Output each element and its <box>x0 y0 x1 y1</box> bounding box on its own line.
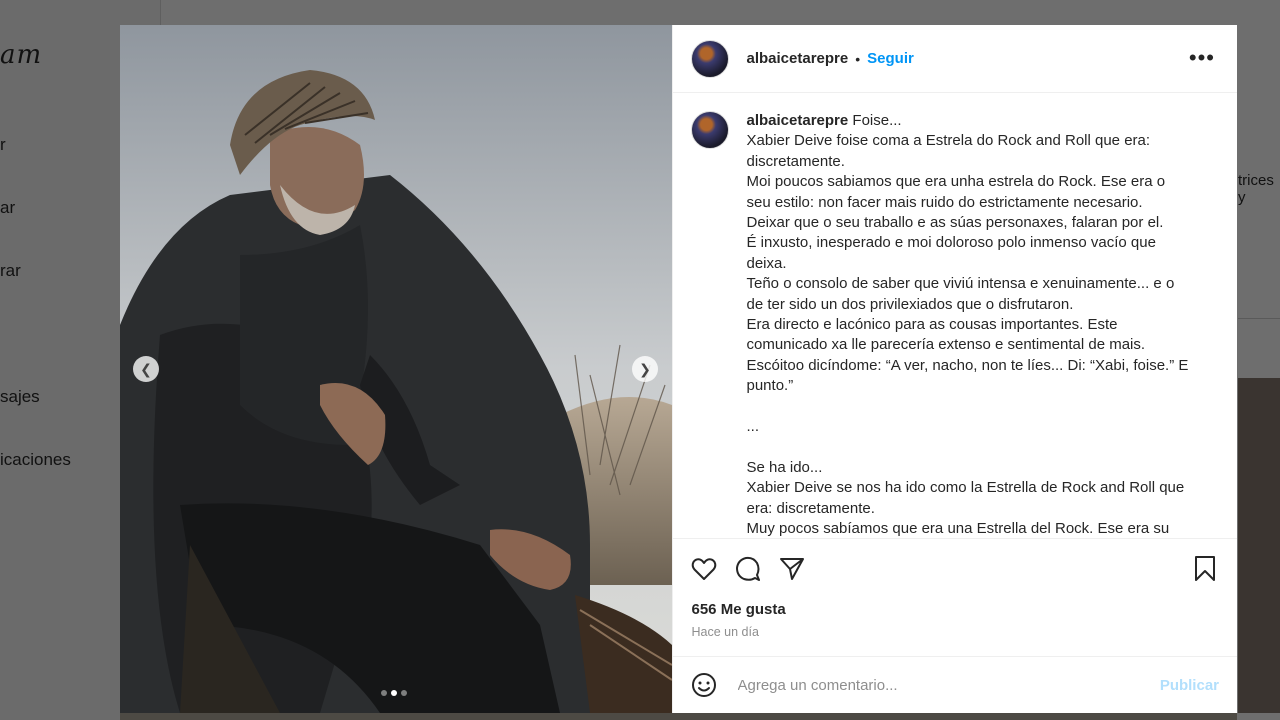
caption-line: deixa. <box>746 254 787 272</box>
caption-line: Xabier Deive foise coma a Estrela do Roc… <box>746 132 1151 150</box>
caption-line: de ter sido un dos privilexiados que o d… <box>746 295 1074 313</box>
caption-username[interactable]: albaicetarepre <box>747 112 849 129</box>
caption-line: Moi poucos sabiamos que era unha estrela… <box>746 173 1166 191</box>
background-nav-item: r <box>0 135 6 154</box>
heart-icon[interactable] <box>690 555 718 583</box>
caption-line: era: discretamente. <box>746 499 875 517</box>
follow-button[interactable]: Seguir <box>867 50 914 67</box>
comment-input[interactable] <box>735 675 1120 695</box>
avatar[interactable] <box>690 39 729 78</box>
post-modal: ❮ ❯ albaicetarepre • Seguir ••• albaicet… <box>120 25 1237 713</box>
background-nav-item: ar <box>0 198 16 217</box>
carousel-dot <box>381 690 387 696</box>
caption-line: punto.” <box>746 377 794 395</box>
caption-first-line: albaicetarepre Foise... <box>747 111 1205 131</box>
publish-button[interactable]: Publicar <box>1160 677 1219 694</box>
background-divider <box>1238 318 1280 319</box>
caption-text: albaicetarepre Foise... Xabier Deive foi… <box>747 111 1205 538</box>
caption-line <box>747 437 1205 457</box>
post-username[interactable]: albaicetarepre <box>747 50 849 67</box>
bookmark-icon[interactable] <box>1192 555 1220 583</box>
carousel-next-button[interactable]: ❯ <box>632 356 658 382</box>
caption-line: discretamente. <box>746 152 845 170</box>
share-icon[interactable] <box>778 555 806 583</box>
caption-line: comunicado xa lle parecería extenso e se… <box>746 336 1146 354</box>
caption-line: É inxusto, inesperado e moi doloroso pol… <box>746 234 1156 252</box>
caption-line: Se ha ido... <box>746 458 823 476</box>
caption-line <box>747 397 1205 417</box>
chevron-left-icon: ❮ <box>140 360 152 377</box>
caption-line: ... <box>746 418 760 436</box>
caption-line: Era directo e lacónico para as cousas im… <box>746 316 1118 334</box>
background-logo: am <box>0 40 43 70</box>
post-header: albaicetarepre • Seguir ••• <box>672 25 1237 93</box>
post-image: ❮ ❯ <box>120 25 672 713</box>
chevron-right-icon: ❯ <box>639 360 651 377</box>
background-thumbnail <box>1238 378 1280 713</box>
carousel-prev-button[interactable]: ❮ <box>133 356 159 382</box>
caption-first-text: Foise... <box>852 112 902 129</box>
caption-body: Xabier Deive foise coma a Estrela do Roc… <box>747 131 1205 538</box>
caption-line: seu estilo: non facer mais ruido do estr… <box>746 193 1143 211</box>
post-timestamp[interactable]: Hace un día <box>673 621 1238 643</box>
background-nav-item: rar <box>0 261 21 280</box>
caption-area[interactable]: albaicetarepre Foise... Xabier Deive foi… <box>673 93 1238 538</box>
caption-line: Xabier Deive se nos ha ido como la Estre… <box>746 479 1185 497</box>
post-panel: albaicetarepre • Seguir ••• albaicetarep… <box>671 25 1238 713</box>
caption-line: Teño o consolo de saber que viviú intens… <box>746 275 1175 293</box>
caption-line: Escóitoo dicíndome: “A ver, nacho, non t… <box>746 356 1189 374</box>
emoji-icon[interactable] <box>691 672 717 698</box>
separator-dot: • <box>855 50 861 67</box>
carousel-dot <box>391 690 397 696</box>
action-bar <box>672 538 1237 599</box>
caption-line: Deixar que o seu traballo e as súas pers… <box>746 214 1164 232</box>
carousel-dot <box>401 690 407 696</box>
background-nav-item: icaciones <box>0 450 71 469</box>
more-horizontal-icon[interactable]: ••• <box>1189 45 1215 71</box>
background-text: trices y <box>1238 172 1274 206</box>
likes-count[interactable]: 656 Me gusta <box>673 599 1238 621</box>
carousel-indicator <box>381 690 407 696</box>
comment-icon[interactable] <box>734 555 762 583</box>
avatar[interactable] <box>690 111 729 149</box>
post-photo <box>120 25 672 713</box>
caption-line: Muy pocos sabíamos que era una Estrella … <box>746 520 1170 538</box>
background-nav-item: sajes <box>0 387 40 406</box>
background-feed-strip <box>120 713 1237 720</box>
comment-bar: Publicar <box>672 656 1237 713</box>
